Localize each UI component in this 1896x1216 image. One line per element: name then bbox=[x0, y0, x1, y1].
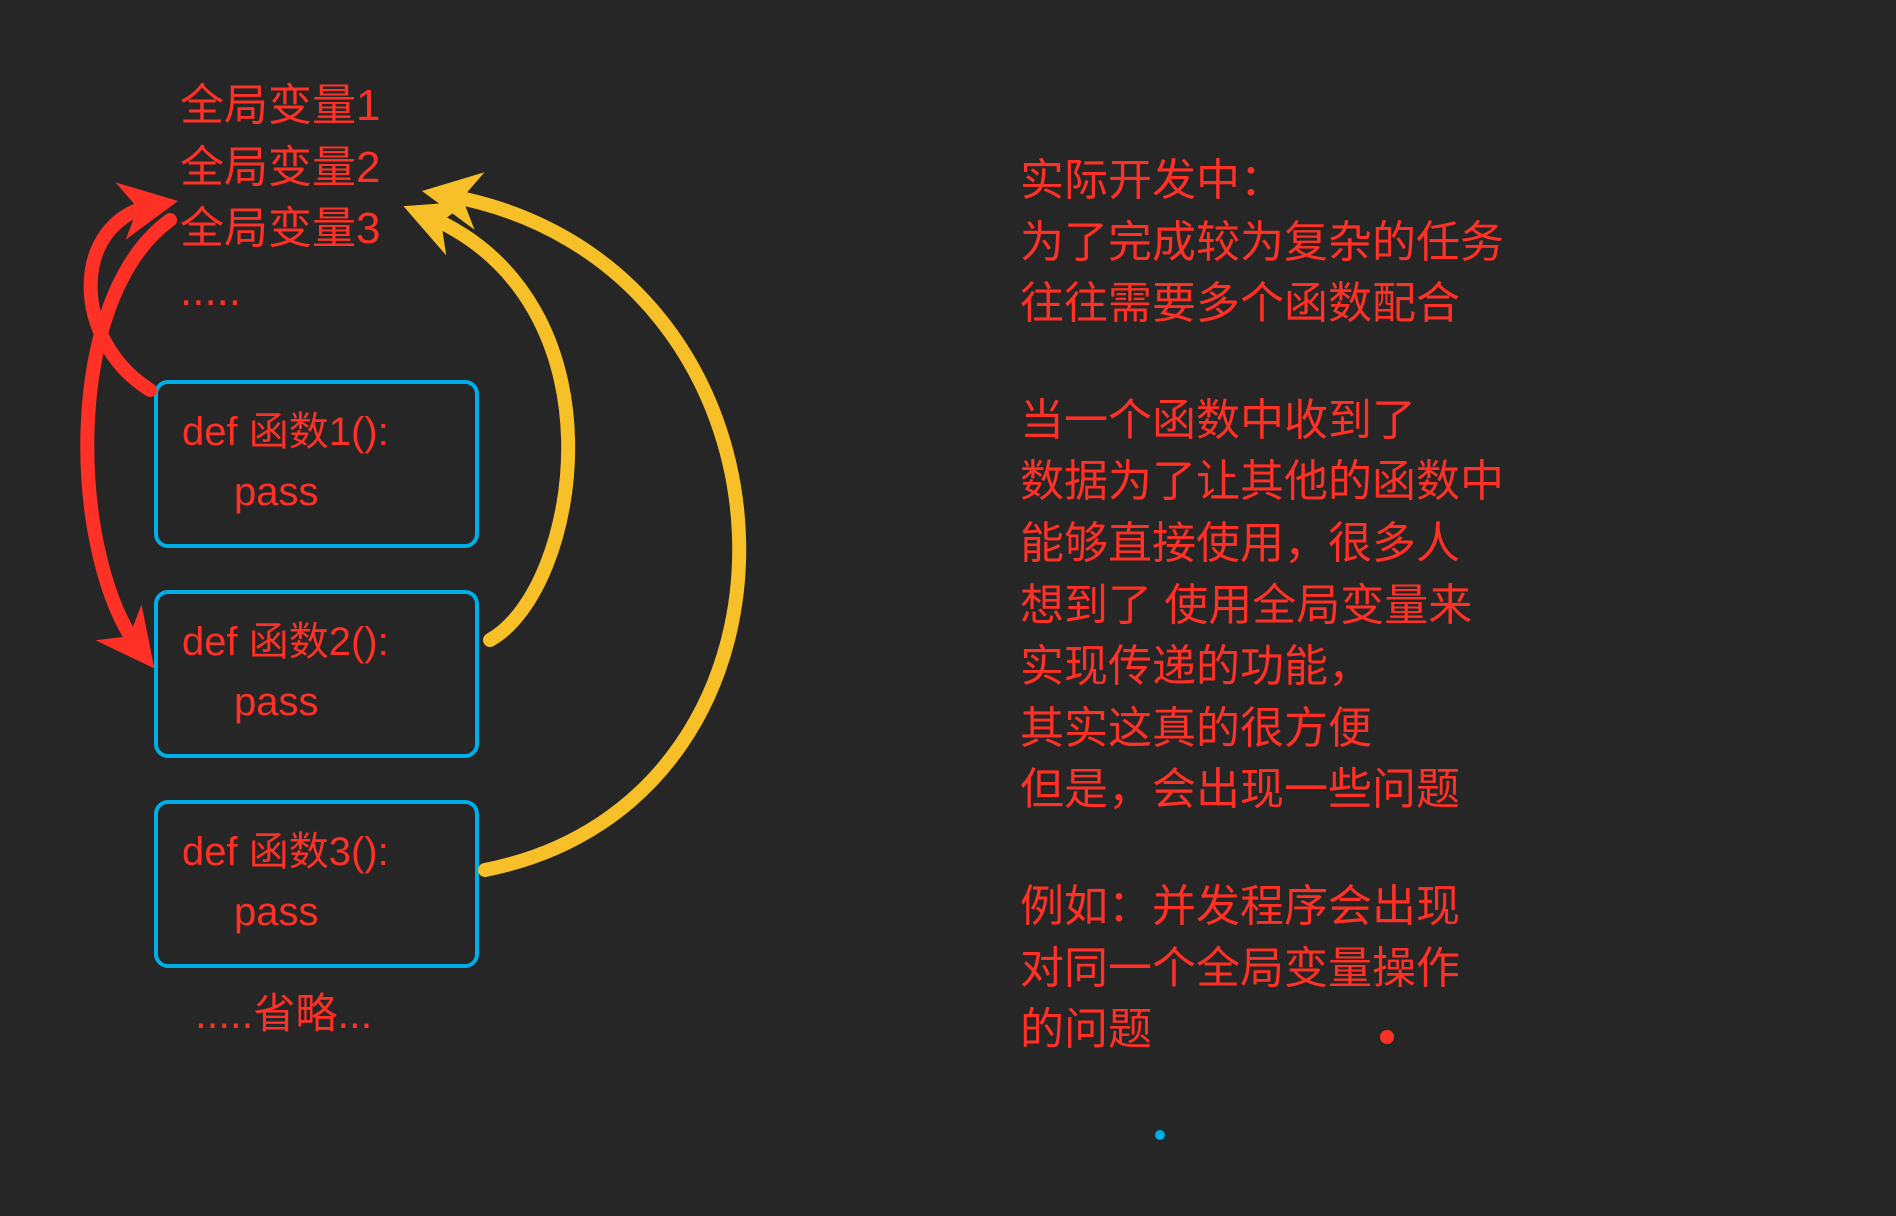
function-3-def: def 函数3(): bbox=[182, 822, 451, 882]
exp-line: 往往需要多个函数配合 bbox=[1020, 273, 1504, 335]
exp-line: 的问题 bbox=[1020, 999, 1504, 1061]
explanation-text: 实际开发中： 为了完成较为复杂的任务 往往需要多个函数配合 当一个函数中收到了 … bbox=[1020, 150, 1504, 1116]
exp-line: 数据为了让其他的函数中 bbox=[1020, 451, 1504, 513]
exp-line: 例如：并发程序会出现 bbox=[1020, 876, 1504, 938]
global-var-3: 全局变量3 bbox=[180, 198, 380, 260]
function-2-body: pass bbox=[182, 672, 451, 732]
arrow-globals-to-func3 bbox=[445, 195, 739, 870]
exp-line: 实现传递的功能， bbox=[1020, 636, 1504, 698]
global-variables-list: 全局变量1 全局变量2 全局变量3 ..... bbox=[180, 75, 380, 321]
exp-line: 但是，会出现一些问题 bbox=[1020, 759, 1504, 821]
function-2-def: def 函数2(): bbox=[182, 612, 451, 672]
exp-line: 实际开发中： bbox=[1020, 150, 1504, 212]
explanation-para-1: 实际开发中： 为了完成较为复杂的任务 往往需要多个函数配合 bbox=[1020, 150, 1504, 335]
omit-text: .....省略... bbox=[195, 980, 372, 1041]
stray-dot-blue bbox=[1155, 1130, 1165, 1140]
exp-line: 当一个函数中收到了 bbox=[1020, 390, 1504, 452]
global-var-ellipsis: ..... bbox=[180, 260, 380, 322]
exp-line: 为了完成较为复杂的任务 bbox=[1020, 212, 1504, 274]
stray-dot-red bbox=[1380, 1030, 1394, 1044]
function-1-def: def 函数1(): bbox=[182, 402, 451, 462]
function-1-body: pass bbox=[182, 462, 451, 522]
exp-line: 对同一个全局变量操作 bbox=[1020, 938, 1504, 1000]
explanation-para-3: 例如：并发程序会出现 对同一个全局变量操作 的问题 bbox=[1020, 876, 1504, 1061]
arrow-func1-to-globals bbox=[91, 205, 155, 390]
exp-line: 能够直接使用，很多人 bbox=[1020, 513, 1504, 575]
global-var-2: 全局变量2 bbox=[180, 137, 380, 199]
explanation-para-2: 当一个函数中收到了 数据为了让其他的函数中 能够直接使用，很多人 想到了 使用全… bbox=[1020, 390, 1504, 821]
exp-line: 想到了 使用全局变量来 bbox=[1020, 575, 1504, 637]
exp-line: 其实这真的很方便 bbox=[1020, 698, 1504, 760]
function-3-body: pass bbox=[182, 882, 451, 942]
function-box-1: def 函数1(): pass bbox=[154, 380, 479, 548]
function-box-3: def 函数3(): pass bbox=[154, 800, 479, 968]
global-var-1: 全局变量1 bbox=[180, 75, 380, 137]
function-box-2: def 函数2(): pass bbox=[154, 590, 479, 758]
